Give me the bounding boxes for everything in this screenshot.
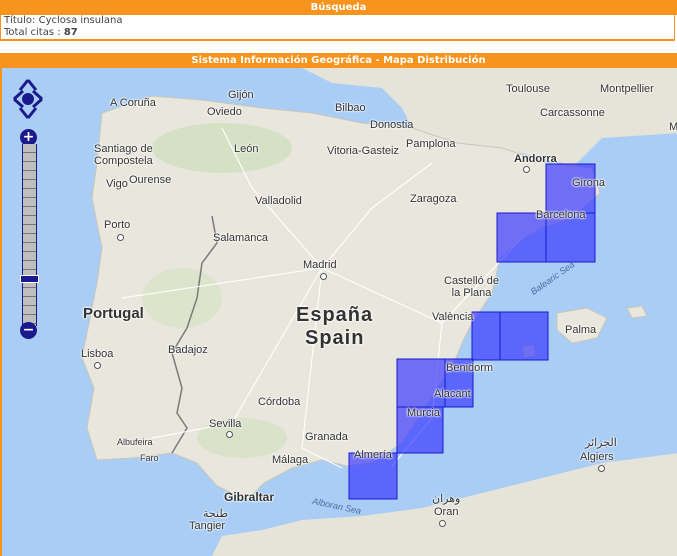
search-panel: Búsqueda Título: Cyclosa insulana Total …	[0, 0, 677, 43]
city-sevilla: Sevilla	[209, 418, 242, 430]
count-value: 87	[63, 27, 78, 38]
city-vigo: Vigo	[106, 178, 128, 190]
city-girona: Girona	[572, 177, 606, 189]
city-badajoz: Badajoz	[168, 344, 208, 356]
city-montpellier: Montpellier	[600, 83, 654, 95]
city-bilbao: Bilbao	[335, 102, 366, 114]
city-palma: Palma	[565, 324, 597, 336]
search-info: Título: Cyclosa insulana Total citas : 8…	[0, 15, 675, 41]
city-lisboa: Lisboa	[81, 348, 114, 360]
city-malaga: Málaga	[272, 454, 309, 466]
city-valencia: València	[432, 311, 474, 323]
city-benidorm: Benidorm	[446, 362, 494, 374]
city-tangier-ar: طنجة	[203, 508, 229, 520]
city-cordoba: Córdoba	[258, 396, 301, 408]
city-gijon: Gijón	[228, 89, 254, 101]
city-albufeira: Albufeira	[117, 437, 153, 447]
city-almeria: Almería	[354, 449, 392, 461]
city-leon: León	[234, 143, 259, 155]
zoom-slider-handle[interactable]	[20, 275, 39, 283]
distribution-map[interactable]: A Coruña Gijón Oviedo Bilbao Donostia To…	[0, 68, 677, 556]
city-carcassonne: Carcassonne	[540, 107, 605, 119]
label-gibraltar: Gibraltar	[224, 490, 275, 504]
city-oviedo: Oviedo	[207, 106, 242, 118]
map-header: Sistema Información Geográfica - Mapa Di…	[0, 53, 677, 68]
city-castello: Castelló de la Plana	[444, 275, 500, 299]
city-algiers-ar: الجزائر	[585, 437, 617, 449]
city-santiago: Santiago de Compostela	[94, 143, 153, 167]
city-madrid: Madrid	[303, 259, 337, 271]
pan-arrows-icon[interactable]	[11, 76, 45, 122]
city-murcia: Murcia	[407, 407, 441, 419]
city-faro: Faro	[140, 453, 159, 463]
algiers-dot	[598, 465, 605, 472]
city-vitoria: Vitoria-Gasteiz	[327, 145, 399, 157]
pan-control[interactable]	[11, 76, 45, 122]
city-oran-ar: وهران	[432, 493, 461, 505]
zoom-control: + −	[20, 129, 39, 341]
zoom-out-button[interactable]: −	[20, 322, 37, 339]
grid-cell[interactable]	[499, 311, 549, 361]
country-portugal: Portugal	[83, 305, 144, 322]
title-value: Cyclosa insulana	[38, 15, 123, 26]
city-tangier: Tangier	[189, 520, 226, 532]
search-header: Búsqueda	[0, 0, 677, 15]
city-a-coruna: A Coruña	[110, 97, 156, 109]
city-donostia: Donostia	[370, 119, 414, 131]
city-granada: Granada	[305, 431, 348, 443]
city-pamplona: Pamplona	[406, 138, 456, 150]
city-zaragoza: Zaragoza	[410, 193, 457, 205]
city-porto: Porto	[104, 219, 131, 231]
madrid-dot	[320, 273, 327, 280]
lisboa-dot	[94, 362, 101, 369]
grid-cell[interactable]	[471, 311, 501, 361]
city-toulouse: Toulouse	[506, 83, 551, 95]
porto-dot	[117, 234, 124, 241]
oran-dot	[439, 520, 446, 527]
city-alacant: Alacant	[434, 388, 471, 400]
city-ourense: Ourense	[129, 174, 172, 186]
zoom-track[interactable]	[22, 144, 37, 326]
city-oran: Oran	[434, 506, 459, 518]
count-row: Total citas : 87	[4, 27, 674, 39]
sevilla-dot	[226, 431, 233, 438]
andorra-dot	[523, 166, 530, 173]
city-barcelona: Barcelona	[536, 209, 586, 221]
label-m-edge: M	[669, 121, 677, 133]
country-andorra: Andorra	[514, 153, 557, 165]
count-label: Total citas :	[4, 27, 61, 38]
country-espana: España	[296, 304, 374, 326]
city-salamanca: Salamanca	[213, 232, 269, 244]
country-spain: Spain	[305, 327, 365, 349]
title-label: Título:	[4, 15, 36, 26]
city-valladolid: Valladolid	[255, 195, 302, 207]
city-algiers: Algiers	[580, 451, 614, 463]
title-row: Título: Cyclosa insulana	[4, 15, 674, 27]
map-panel: Sistema Información Geográfica - Mapa Di…	[0, 53, 677, 556]
